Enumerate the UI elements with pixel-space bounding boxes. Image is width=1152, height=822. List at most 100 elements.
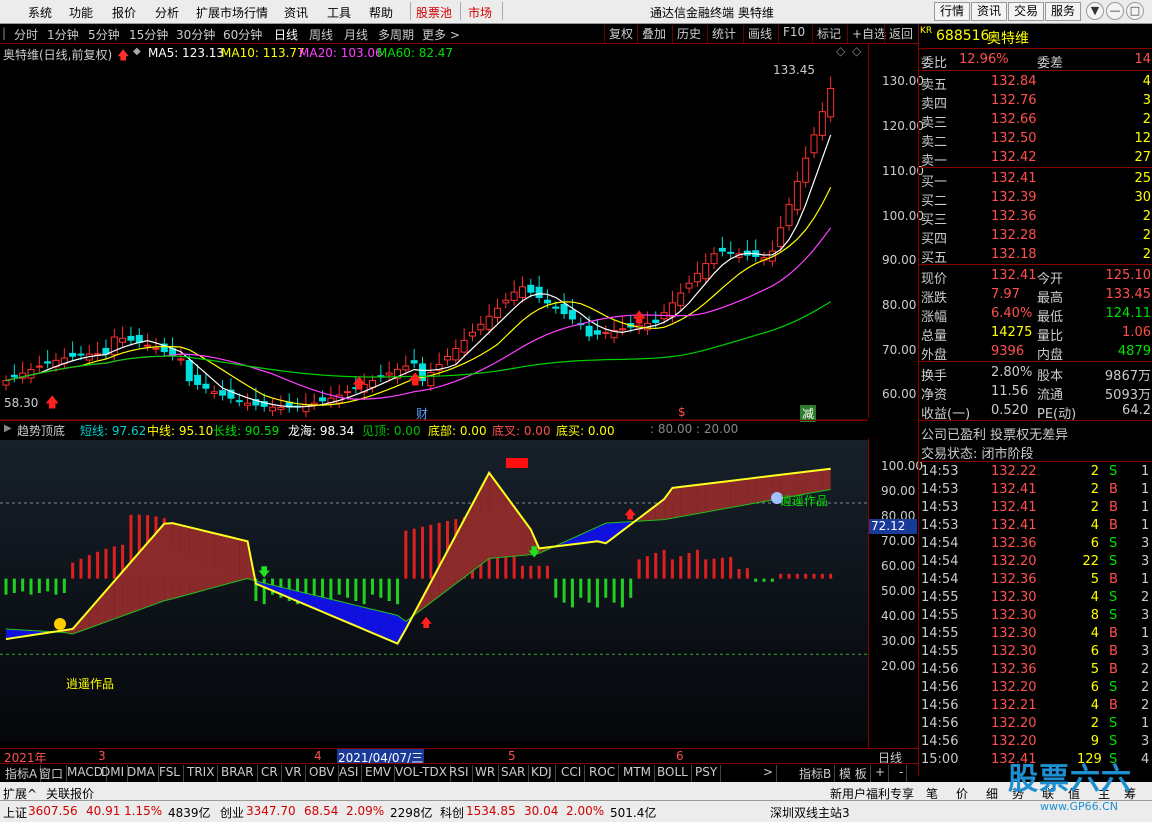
indicator-tab[interactable]: VOL-TDX: [392, 765, 451, 782]
indicator-tab[interactable]: WR: [472, 765, 500, 782]
cy-change: 68.54: [304, 804, 339, 818]
indicator-tab[interactable]: 窗口: [36, 765, 68, 782]
menu-system[interactable]: 系统: [28, 4, 52, 21]
settings-icon[interactable]: ◆: [133, 46, 141, 57]
menu-function[interactable]: 功能: [69, 4, 93, 21]
period-weekly[interactable]: 周线: [309, 26, 333, 43]
ask-row[interactable]: 卖五 132.84 4: [919, 73, 1152, 93]
bid-row[interactable]: 买五 132.18 2: [919, 246, 1152, 266]
indicator-tab[interactable]: CCI: [558, 765, 586, 782]
menu-quote[interactable]: 报价: [112, 4, 136, 21]
indicator-tab[interactable]: 指标B: [796, 765, 836, 782]
indicator-bar: [804, 573, 808, 579]
menu-help[interactable]: 帮助: [369, 4, 393, 21]
period-15min[interactable]: 15分钟: [129, 26, 168, 43]
trade-button[interactable]: 交易: [1008, 2, 1044, 21]
cy-volume: 2298亿: [390, 806, 433, 820]
marker-dividend[interactable]: $: [678, 405, 686, 419]
indicator-tab[interactable]: FSL: [156, 765, 184, 782]
tick-volume: 4: [1090, 626, 1099, 641]
tool-history[interactable]: 历史: [672, 25, 705, 43]
indicator-tab[interactable]: DMA: [124, 765, 159, 782]
ask-row[interactable]: 卖一 132.42 27: [919, 149, 1152, 169]
indicator-tab[interactable]: BRAR: [218, 765, 258, 782]
tool-f10[interactable]: F10: [778, 25, 809, 43]
indicator-tab[interactable]: 模 板: [836, 765, 871, 782]
bid-row[interactable]: 买一 132.41 25: [919, 170, 1152, 190]
bid-row[interactable]: 买二 132.39 30: [919, 189, 1152, 209]
bid-row[interactable]: 买四 132.28 2: [919, 227, 1152, 247]
indicator-tab[interactable]: -: [896, 765, 908, 782]
indicator-tab[interactable]: KDJ: [528, 765, 556, 782]
menu-analysis[interactable]: 分析: [155, 4, 179, 21]
period-30min[interactable]: 30分钟: [176, 26, 215, 43]
indicator-name[interactable]: 趋势顶底: [17, 422, 65, 439]
candle-body: [443, 355, 451, 361]
period-multi[interactable]: 多周期: [378, 26, 414, 43]
minimize-icon[interactable]: —: [1106, 2, 1124, 20]
trend-ribbon: [689, 484, 698, 516]
collapse-icon[interactable]: ◇: [852, 44, 861, 58]
candle-body: [827, 87, 835, 118]
tool-draw[interactable]: 画线: [743, 25, 776, 43]
tool-overlay[interactable]: 叠加: [637, 25, 670, 43]
indicator-bar: [795, 573, 799, 579]
dropdown-icon[interactable]: ▼: [1086, 2, 1104, 20]
diamond-icon[interactable]: ◇: [836, 44, 845, 58]
indicator-tab[interactable]: OBV: [306, 765, 339, 782]
menu-stock-pool[interactable]: 股票池: [416, 4, 452, 21]
menu-market[interactable]: 市场: [468, 4, 492, 21]
tool-mark[interactable]: 标记: [812, 25, 845, 43]
bid-row[interactable]: 买三 132.36 2: [919, 208, 1152, 228]
period-5min[interactable]: 5分钟: [88, 26, 120, 43]
period-monthly[interactable]: 月线: [344, 26, 368, 43]
indicator-bar: [371, 578, 375, 595]
indicator-tab[interactable]: VR: [282, 765, 306, 782]
period-daily[interactable]: 日线: [274, 26, 298, 43]
indicator-tab[interactable]: CR: [258, 765, 282, 782]
period-60min[interactable]: 60分钟: [223, 26, 262, 43]
indicator-bar: [362, 578, 366, 605]
indicator-tab[interactable]: EMV: [362, 765, 396, 782]
ask-row[interactable]: 卖四 132.76 3: [919, 92, 1152, 112]
indicator-tab[interactable]: RSI: [446, 765, 473, 782]
menu-tools[interactable]: 工具: [327, 4, 351, 21]
indicator-tab[interactable]: PSY: [692, 765, 722, 782]
indicator-tab[interactable]: MTM: [620, 765, 656, 782]
server-name[interactable]: 深圳双线主站3: [770, 804, 850, 821]
period-1min[interactable]: 1分钟: [47, 26, 79, 43]
menu-news[interactable]: 资讯: [284, 4, 308, 21]
candle-body: [385, 372, 393, 376]
candle-body: [319, 397, 327, 402]
indicator-tab[interactable]: ASI: [336, 765, 363, 782]
period-more[interactable]: 更多 >: [422, 26, 460, 43]
news-button[interactable]: 资讯: [971, 2, 1007, 21]
service-button[interactable]: 服务: [1045, 2, 1081, 21]
indicator-tab[interactable]: SAR: [498, 765, 530, 782]
bid-label: 买一: [921, 175, 948, 190]
ask-row[interactable]: 卖三 132.66 2: [919, 111, 1152, 131]
kc-price: 1534.85: [466, 804, 516, 818]
maximize-icon[interactable]: □: [1126, 2, 1144, 20]
indicator-tab[interactable]: +: [872, 765, 890, 782]
kline-chart[interactable]: 🡅 🡅 🡅 🡅 🡅 🡅 🡇 🡇: [0, 62, 918, 762]
tool-fuquan[interactable]: 复权: [604, 25, 637, 43]
candle-body: [10, 374, 18, 378]
indicator-tab[interactable]: BOLL: [654, 765, 692, 782]
ind-tick: 50.00: [881, 584, 916, 598]
period-tick[interactable]: 分时: [14, 26, 38, 43]
quote-button[interactable]: 行情: [934, 2, 970, 21]
tool-stats[interactable]: 统计: [707, 25, 740, 43]
tick-row: 14:56 132.21 4 B 2: [919, 698, 1152, 716]
tick-price: 132.21: [991, 698, 1037, 713]
indicator-tab[interactable]: >: [760, 765, 778, 782]
candle-body: [235, 400, 243, 403]
sh-label: 上证: [3, 806, 28, 820]
indicator-tab[interactable]: TRIX: [184, 765, 219, 782]
sh-price: 3607.56: [28, 804, 78, 818]
ind-tick: 40.00: [881, 609, 916, 623]
ask-row[interactable]: 卖二 132.50 12: [919, 130, 1152, 150]
indicator-tab[interactable]: ROC: [586, 765, 620, 782]
menu-ext-market[interactable]: 扩展市场行情: [196, 4, 268, 21]
tool-back[interactable]: 返回: [884, 25, 917, 43]
